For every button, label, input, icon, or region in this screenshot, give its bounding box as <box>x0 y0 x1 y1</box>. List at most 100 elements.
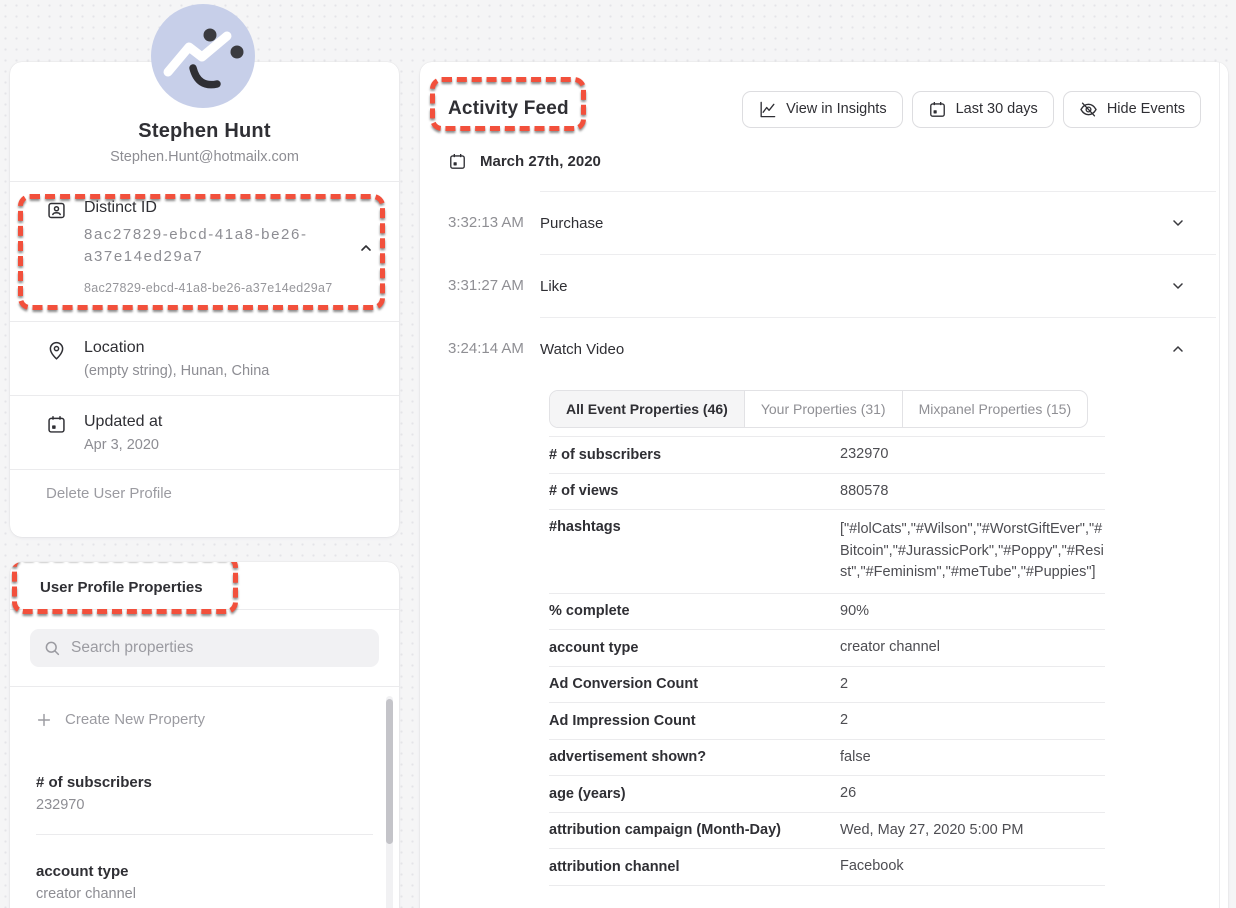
calendar-icon <box>928 100 947 119</box>
distinct-id-label: Distinct ID <box>84 199 379 217</box>
location-label: Location <box>84 339 269 357</box>
event-time: 3:32:13 AM <box>448 191 540 254</box>
updated-at-value: Apr 3, 2020 <box>84 437 162 453</box>
property-list-item[interactable]: account type creator channel <box>36 835 373 908</box>
activity-feed-card: Activity Feed View in Insights <box>420 62 1228 908</box>
tab-your-properties[interactable]: Your Properties (31) <box>744 391 902 427</box>
activity-date-label: March 27th, 2020 <box>480 153 601 170</box>
event-time: 3:31:27 AM <box>448 254 540 317</box>
table-row: # of subscribers 232970 <box>549 436 1105 474</box>
property-value: Facebook <box>840 856 1105 878</box>
property-value: 880578 <box>840 481 1105 503</box>
activity-feed-toolbar: View in Insights Last 30 days <box>742 91 1201 128</box>
property-value: 26 <box>840 783 1105 805</box>
eye-off-icon <box>1079 100 1098 119</box>
activity-feed-content: Activity Feed View in Insights <box>420 90 1228 888</box>
properties-search-input[interactable] <box>71 639 366 657</box>
activity-feed-header: Activity Feed View in Insights <box>448 90 1216 128</box>
location-section: Location (empty string), Hunan, China <box>10 321 399 395</box>
properties-search-box[interactable] <box>30 629 379 667</box>
property-key: % complete <box>549 603 840 619</box>
event-detail-panel: All Event Properties (46) Your Propertie… <box>549 380 1105 888</box>
updated-at-label: Updated at <box>84 413 162 431</box>
table-row: age (years) 26 <box>549 776 1105 813</box>
table-row: attribution campaign (Month-Day) Wed, Ma… <box>549 813 1105 850</box>
property-name: # of subscribers <box>36 774 373 791</box>
properties-scrollbar-thumb[interactable] <box>386 699 393 844</box>
updated-at-section: Updated at Apr 3, 2020 <box>10 395 399 469</box>
table-row: #hashtags ["#lolCats","#Wilson","#WorstG… <box>549 510 1105 594</box>
distinct-id-full-value: 8ac27829-ebcd-41a8-be26-a37e14ed29a7 <box>84 281 379 295</box>
property-key: Ad Impression Count <box>549 713 840 729</box>
event-row: 3:31:27 AM Like <box>448 254 1216 317</box>
event-time: 3:24:14 AM <box>448 317 540 380</box>
properties-list: Create New Property # of subscribers 232… <box>10 687 399 908</box>
search-icon <box>43 639 61 657</box>
property-key: # of views <box>549 483 840 499</box>
table-row: account type creator channel <box>549 630 1105 667</box>
event-row-toggle[interactable]: Like <box>540 254 1216 317</box>
event-list: 3:32:13 AM Purchase 3:31:27 AM Like <box>448 191 1216 888</box>
activity-feed-title: Activity Feed <box>448 98 569 120</box>
property-value: 2 <box>840 674 1105 696</box>
property-key: attribution channel <box>549 859 840 875</box>
property-value: Wed, May 27, 2020 5:00 PM <box>840 820 1105 842</box>
view-in-insights-button[interactable]: View in Insights <box>742 91 902 128</box>
table-row: advertisement shown? false <box>549 740 1105 777</box>
user-name: Stephen Hunt <box>26 120 383 143</box>
property-key: advertisement shown? <box>549 749 840 765</box>
property-list-item[interactable]: # of subscribers 232970 <box>36 746 373 835</box>
activity-scrollbar-gutter[interactable] <box>1219 62 1228 908</box>
property-value: ["#lolCats","#Wilson","#WorstGiftEver","… <box>840 519 1105 584</box>
properties-search-row <box>10 610 399 687</box>
date-range-button[interactable]: Last 30 days <box>912 91 1054 128</box>
table-row: attribution channel Facebook <box>549 849 1105 886</box>
event-name: Like <box>540 278 568 295</box>
chevron-up-icon <box>1170 341 1186 357</box>
table-row: Ad Impression Count 2 <box>549 703 1105 740</box>
activity-date-header: March 27th, 2020 <box>448 152 1216 171</box>
table-row: Ad Conversion Count 2 <box>549 667 1105 704</box>
property-value: 232970 <box>36 797 373 813</box>
user-avatar <box>151 4 255 108</box>
user-profile-properties-card: User Profile Properties Create New Prope… <box>10 562 399 908</box>
hide-events-button[interactable]: Hide Events <box>1063 91 1201 128</box>
property-key: attribution campaign (Month-Day) <box>549 822 840 838</box>
event-properties-tabs: All Event Properties (46) Your Propertie… <box>549 390 1088 428</box>
property-value: 90% <box>840 601 1105 623</box>
chevron-down-icon <box>1170 215 1186 231</box>
event-row-toggle[interactable]: Purchase <box>540 191 1216 254</box>
distinct-id-section: Distinct ID 8ac27829-ebcd-41a8-be26- a37… <box>10 181 399 321</box>
id-badge-icon <box>46 200 67 221</box>
tab-mixpanel-properties[interactable]: Mixpanel Properties (15) <box>902 391 1088 427</box>
plus-icon <box>36 712 52 728</box>
location-pin-icon <box>46 340 67 361</box>
distinct-id-value: 8ac27829-ebcd-41a8-be26- a37e14ed29a7 <box>84 224 379 268</box>
properties-panel-title: User Profile Properties <box>40 579 203 596</box>
property-value: creator channel <box>840 637 1105 659</box>
user-email: Stephen.Hunt@hotmailx.com <box>26 149 383 165</box>
distinct-id-collapse-button[interactable] <box>357 240 375 258</box>
calendar-icon <box>448 152 467 171</box>
delete-user-profile-link[interactable]: Delete User Profile <box>10 469 399 518</box>
user-profile-card: Stephen Hunt Stephen.Hunt@hotmailx.com D… <box>10 62 399 537</box>
chevron-down-icon <box>1170 278 1186 294</box>
table-row: # of views 880578 <box>549 474 1105 511</box>
event-properties-table: # of subscribers 232970 # of views 88057… <box>549 436 1105 886</box>
event-row-toggle[interactable]: Watch Video <box>540 317 1216 380</box>
create-new-property-button[interactable]: Create New Property <box>36 711 373 728</box>
event-name: Watch Video <box>540 341 624 358</box>
tab-all-event-properties[interactable]: All Event Properties (46) <box>550 391 744 427</box>
line-chart-icon <box>758 100 777 119</box>
property-value: 2 <box>840 710 1105 732</box>
mixpanel-user-profile-page: Stephen Hunt Stephen.Hunt@hotmailx.com D… <box>0 0 1236 908</box>
create-new-property-label: Create New Property <box>65 711 205 728</box>
property-value: false <box>840 747 1105 769</box>
property-name: account type <box>36 863 373 880</box>
property-key: #hashtags <box>549 519 840 535</box>
property-key: Ad Conversion Count <box>549 676 840 692</box>
event-row: 3:24:14 AM Watch Video <box>448 317 1216 380</box>
property-key: account type <box>549 640 840 656</box>
properties-scrollbar-track[interactable] <box>386 696 393 908</box>
property-key: age (years) <box>549 786 840 802</box>
